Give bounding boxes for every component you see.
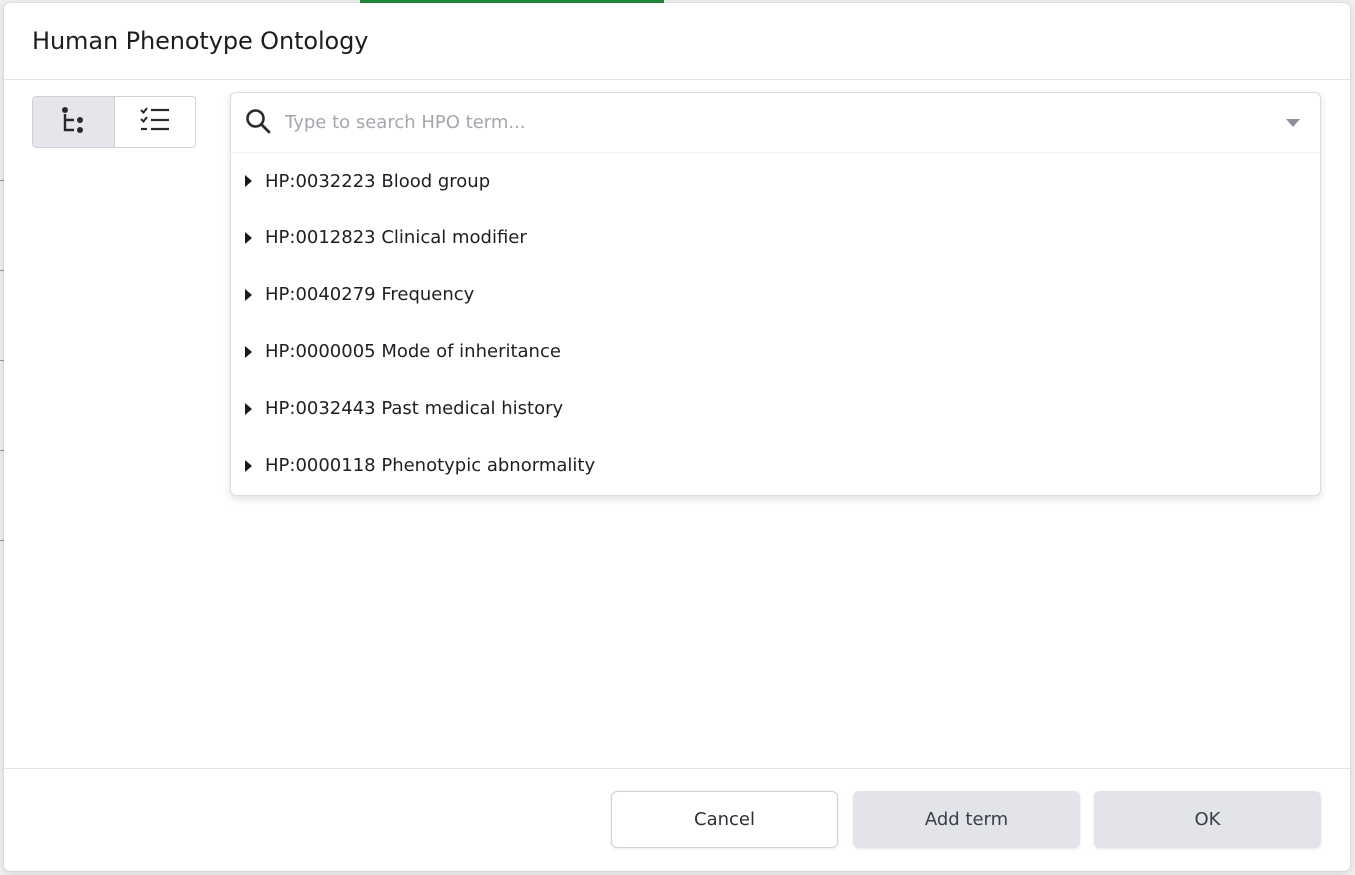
chevron-down-icon[interactable] (1286, 119, 1300, 127)
hpo-search-combobox: HP:0032223 Blood group HP:0012823 Clinic… (230, 92, 1321, 496)
tree-view-icon (59, 106, 87, 138)
expand-arrow-icon[interactable] (245, 231, 252, 244)
tree-view-button[interactable] (33, 97, 115, 147)
view-toggle (32, 96, 196, 148)
tree-item-label: HP:0012823 Clinical modifier (265, 227, 527, 248)
hpo-tree-list: HP:0032223 Blood group HP:0012823 Clinic… (231, 153, 1320, 494)
tree-item-frequency[interactable]: HP:0040279 Frequency (231, 266, 1320, 323)
tree-item-mode-of-inheritance[interactable]: HP:0000005 Mode of inheritance (231, 323, 1320, 380)
expand-arrow-icon[interactable] (245, 459, 252, 472)
search-input[interactable] (285, 112, 1235, 133)
tree-item-label: HP:0000005 Mode of inheritance (265, 341, 561, 362)
search-row (231, 93, 1320, 153)
tree-item-label: HP:0032223 Blood group (265, 170, 491, 192)
hpo-dialog: Human Phenotype Ontology Type to search … (4, 3, 1350, 871)
dialog-title: Human Phenotype Ontology (32, 27, 369, 55)
tree-item-blood-group[interactable]: HP:0032223 Blood group (231, 153, 1320, 209)
tree-item-label: HP:0040279 Frequency (265, 284, 475, 305)
expand-arrow-icon[interactable] (245, 345, 252, 358)
dialog-header: Human Phenotype Ontology (4, 3, 1350, 80)
search-icon (245, 108, 271, 138)
cancel-button[interactable]: Cancel (611, 791, 838, 848)
ok-button[interactable]: OK (1094, 791, 1321, 848)
tree-item-clinical-modifier[interactable]: HP:0012823 Clinical modifier (231, 209, 1320, 266)
add-term-button[interactable]: Add term (853, 791, 1080, 848)
tree-item-label: HP:0000118 Phenotypic abnormality (265, 455, 596, 476)
expand-arrow-icon[interactable] (245, 402, 252, 415)
checklist-view-button[interactable] (115, 97, 196, 147)
expand-arrow-icon[interactable] (245, 175, 252, 187)
tree-item-label: HP:0032443 Past medical history (265, 398, 564, 419)
tree-item-phenotypic-abnormality[interactable]: HP:0000118 Phenotypic abnormality (231, 437, 1320, 494)
checklist-view-icon (139, 106, 171, 138)
expand-arrow-icon[interactable] (245, 288, 252, 301)
dialog-footer: Cancel Add term OK (4, 768, 1350, 871)
tree-item-past-medical-history[interactable]: HP:0032443 Past medical history (231, 380, 1320, 437)
